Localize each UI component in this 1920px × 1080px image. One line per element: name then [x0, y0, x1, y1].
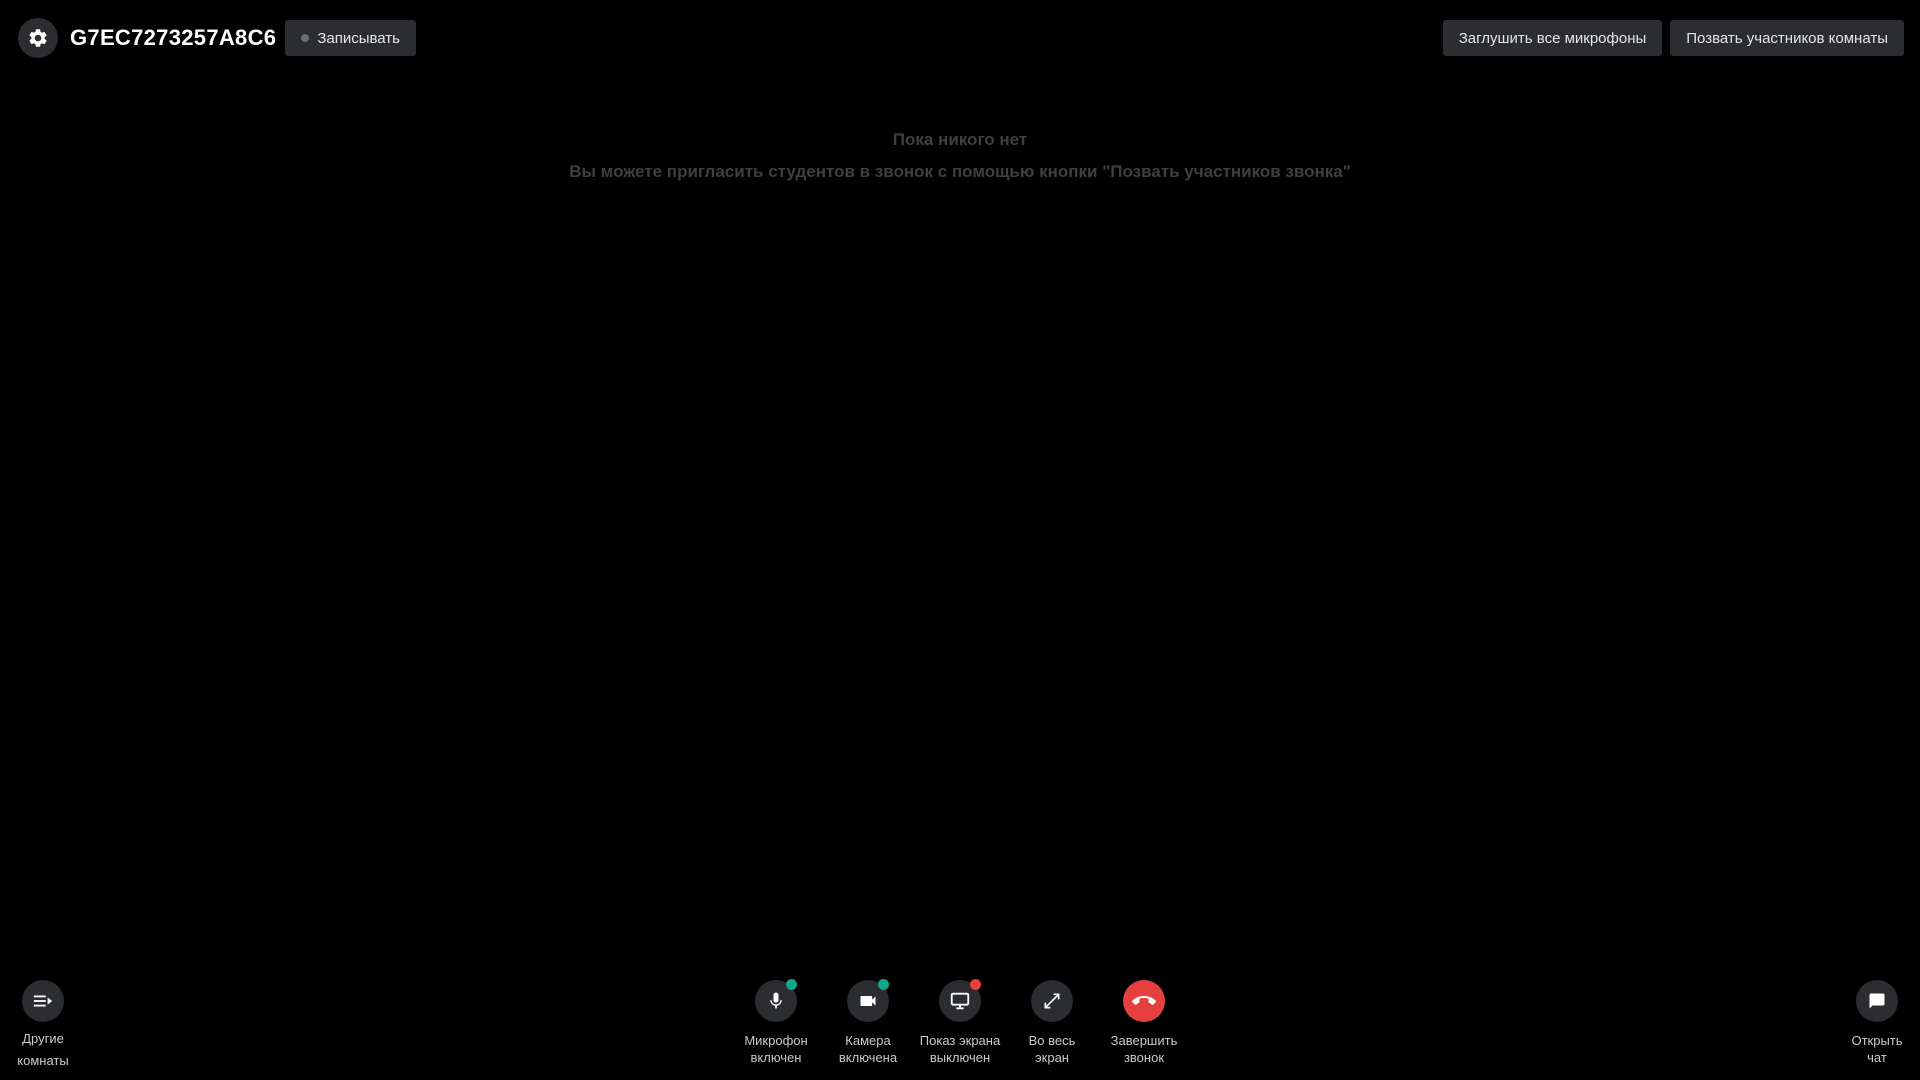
- video-camera-icon: [860, 996, 876, 1006]
- playlist-icon: [33, 995, 53, 1007]
- camera-status-dot: [878, 979, 889, 990]
- record-button[interactable]: Записывать: [285, 20, 416, 56]
- other-rooms-circle[interactable]: [22, 980, 64, 1022]
- top-bar-right: Заглушить все микрофоны Позвать участник…: [1435, 20, 1904, 56]
- empty-state-title: Пока никого нет: [892, 130, 1028, 149]
- mute-all-button[interactable]: Заглушить все микрофоны: [1442, 20, 1663, 56]
- fullscreen-label: Во весь экран: [1028, 1033, 1076, 1065]
- video-call-screen: G7EC7273257A8C6 Записывать Заглушить все…: [0, 0, 1920, 1080]
- settings-button[interactable]: [18, 18, 58, 58]
- microphone-icon: [770, 992, 782, 1009]
- record-button-label: Записывать: [317, 29, 400, 47]
- camera-label: Камера включена: [838, 1033, 898, 1065]
- hang-up-icon: [1132, 996, 1156, 1005]
- open-chat-label: Открыть чат: [1851, 1033, 1903, 1065]
- end-call-label: Завершить звонок: [1110, 1033, 1178, 1065]
- screen-share-label: Показ экрана выключен: [919, 1033, 1001, 1065]
- room-code: G7EC7273257A8C6: [70, 25, 277, 50]
- microphone-status-dot: [786, 979, 797, 990]
- open-chat-circle[interactable]: [1856, 980, 1898, 1022]
- open-chat-button[interactable]: Открыть чат: [1842, 980, 1912, 1066]
- camera-button[interactable]: Камера включена: [828, 979, 908, 1066]
- camera-circle[interactable]: [847, 979, 889, 1022]
- microphone-label: Микрофон включен: [744, 1033, 808, 1065]
- fullscreen-button[interactable]: Во весь экран: [1012, 980, 1092, 1066]
- invite-participants-button[interactable]: Позвать участников комнаты: [1670, 20, 1904, 56]
- chat-bubble-icon: [1869, 993, 1885, 1009]
- other-rooms-label: Другие комнаты: [17, 1031, 69, 1068]
- screen-share-status-dot: [970, 979, 981, 990]
- record-dot-icon: [301, 34, 310, 42]
- screen-share-button[interactable]: Показ экрана выключен: [910, 979, 1010, 1066]
- microphone-button[interactable]: Микрофон включен: [736, 979, 816, 1066]
- monitor-icon: [950, 992, 970, 1010]
- fullscreen-circle[interactable]: [1031, 980, 1073, 1022]
- top-bar-left: G7EC7273257A8C6 Записывать: [18, 18, 416, 58]
- microphone-circle[interactable]: [755, 979, 797, 1022]
- empty-state: Пока никого нет Вы можете пригласить сту…: [0, 128, 1920, 184]
- empty-state-subtitle: Вы можете пригласить студентов в звонок …: [569, 162, 1351, 181]
- expand-icon: [1044, 993, 1060, 1009]
- gear-icon: [29, 29, 47, 47]
- other-rooms-button[interactable]: Другие комнаты: [12, 980, 74, 1072]
- screen-share-circle[interactable]: [939, 979, 981, 1022]
- end-call-button[interactable]: Завершить звонок: [1104, 980, 1184, 1066]
- end-call-circle[interactable]: [1123, 980, 1165, 1022]
